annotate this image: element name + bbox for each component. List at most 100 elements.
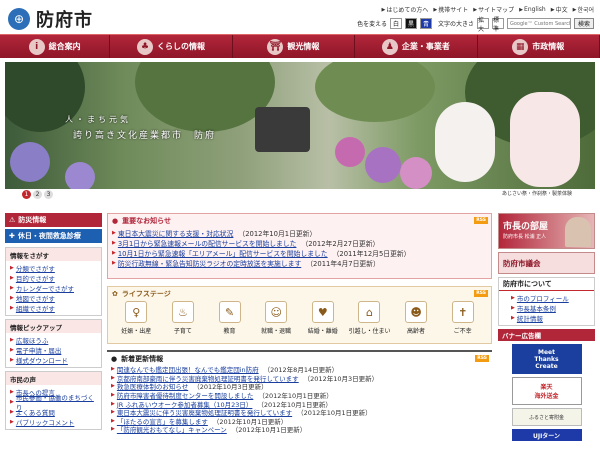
nav-general-info[interactable]: i 総合案内 <box>0 35 111 58</box>
list-item[interactable]: ▶ 市長基本条例 <box>511 303 590 313</box>
hydrangea-left <box>65 162 95 189</box>
arrow-icon: ▶ <box>10 357 14 363</box>
arrow-icon: ▶ <box>511 305 515 311</box>
link-sitemap[interactable]: ▶ サイトマップ <box>473 5 514 15</box>
new-updates-section: ● 新着更新情報 RSS ▶ 関連なんでも鑑定団出張！なんでも鑑定団in防府 （20… <box>107 350 492 434</box>
list-item[interactable]: ▶ 市のプロフィール <box>511 293 590 303</box>
list-item[interactable]: ▶ パブリックコメント <box>10 417 97 427</box>
notice-item[interactable]: ▶ 10月1日から緊急速報「エリアメール」配信サービスを開始しました （2011年1… <box>112 248 487 258</box>
color-white-button[interactable]: 白 <box>389 18 402 29</box>
global-nav: i 総合案内 ♣ くらしの情報 ⛩ 観光情報 ♟ 企業・事業者 ▦ 市政情報 <box>0 34 600 58</box>
link-chinese[interactable]: ▶ 中文 <box>551 5 568 15</box>
banner-uji-turn[interactable]: UJIターン <box>511 429 582 441</box>
life-marriage[interactable]: ♥ 結婚・離婚 <box>303 301 343 335</box>
cityhall-icon: ▦ <box>512 38 529 55</box>
nav-tourism[interactable]: ⛩ 観光情報 <box>233 35 356 58</box>
important-title: 重要なお知らせ <box>122 216 171 225</box>
holiday-emergency-button[interactable]: ✚ 休日・夜間救急診療 <box>5 229 102 243</box>
rss-icon[interactable]: RSS <box>475 355 489 362</box>
arrow-icon: ▶ <box>111 392 115 399</box>
school-icon: ✎ <box>218 301 241 323</box>
list-item[interactable]: ▶ 目的でさがす <box>10 273 97 283</box>
list-item[interactable]: ▶ 統計情報 <box>511 313 590 323</box>
slide-dot-3[interactable]: 3 <box>44 190 53 199</box>
nav-life-info[interactable]: ♣ くらしの情報 <box>110 35 233 58</box>
arrow-icon: ▶ <box>111 417 115 424</box>
text-standard-button[interactable]: 標準 <box>491 17 504 33</box>
list-item[interactable]: ▶ 広報ほうふ <box>10 335 97 345</box>
rss-icon[interactable]: RSS <box>474 290 488 297</box>
section-title: 情報をさがす <box>6 248 101 261</box>
list-item[interactable]: ▶ 市民参画・協働のまちづくり <box>10 394 97 412</box>
hydrangea-right <box>400 157 432 189</box>
life-stage-section: ✿ ライフステージ RSS ♀ 妊娠・出産 ♨ 子育て ✎ 教育 ☺ 就職・退職 ♥ 結婚… <box>107 286 492 344</box>
life-elderly[interactable]: ☻ 高齢者 <box>396 301 436 335</box>
life-housing[interactable]: ⌂ 引越し・住まい <box>348 301 390 335</box>
site-logo[interactable]: ⊕ 防府市 <box>8 6 93 32</box>
link-beginners[interactable]: ▶ はじめての方へ <box>381 5 429 15</box>
baby-bottle-icon: ♨ <box>171 301 194 323</box>
slide-dot-1[interactable]: 1 <box>22 190 31 199</box>
list-item[interactable]: ▶ 組織でさがす <box>10 303 97 313</box>
hero-slideshow[interactable]: 人・まち元気 誇り高き文化産業都市 防府 <box>5 62 595 189</box>
banner-rakuten[interactable]: 楽天 海外送金 <box>511 377 582 405</box>
mayor-photo <box>565 217 591 247</box>
tea-picker-figure <box>510 92 580 187</box>
link-english[interactable]: ▶ English <box>519 5 546 14</box>
life-employment[interactable]: ☺ 就職・退職 <box>256 301 296 335</box>
important-notices: ● 重要なお知らせ RSS ▶ 東日本大震災に関する支援・対応状況 （2012年10… <box>107 213 492 279</box>
rss-icon[interactable]: RSS <box>474 217 488 224</box>
color-blue-button[interactable]: 青 <box>419 18 432 29</box>
nav-city-admin[interactable]: ▦ 市政情報 <box>478 35 600 58</box>
arrow-icon: ▶ <box>10 337 14 343</box>
color-black-button[interactable]: 黒 <box>404 18 417 29</box>
list-item[interactable]: ▶ 様式ダウンロード <box>10 355 97 365</box>
hero-copy-line2: 誇り高き文化産業都市 防府 <box>73 131 217 141</box>
header-links: ▶ はじめての方へ ▶ 携帯サイト ▶ サイトマップ ▶ English ▶ 中文 ▶ 한국… <box>382 5 594 14</box>
arrow-icon: ▶ <box>511 295 515 301</box>
mayor-title: 市長の部屋 <box>503 222 549 232</box>
life-childcare[interactable]: ♨ 子育て <box>163 301 203 335</box>
disaster-info-button[interactable]: ⚠ 防災情報 <box>5 213 102 227</box>
important-header: ● 重要なお知らせ RSS <box>108 214 491 227</box>
arrow-icon: ▶ <box>111 426 115 433</box>
life-condolence[interactable]: ✝ ご不幸 <box>443 301 483 335</box>
hero-foliage <box>135 62 275 132</box>
banner-mtc[interactable]: Meet Thanks Create <box>511 344 582 374</box>
list-item[interactable]: ▶ 地図でさがす <box>10 293 97 303</box>
link-mobile[interactable]: ▶ 携帯サイト <box>433 5 468 15</box>
mayor-room-banner[interactable]: 市長の部屋 防府市長 松浦 正人 <box>498 213 595 249</box>
arrow-icon: ▶ <box>10 285 14 291</box>
list-item[interactable]: ▶ 分類でさがす <box>10 263 97 273</box>
notice-item[interactable]: ▶ 防災行政無線・緊急告知防災ラジオの定時放送を実施します （2011年4月7日更新… <box>112 258 487 268</box>
search-input[interactable] <box>506 18 571 29</box>
arrow-icon: ▶ <box>112 250 116 256</box>
notice-item[interactable]: ▶ 3月1日から緊急速報メールの配信サービスを開始しました （2012年2月27日更… <box>112 238 487 248</box>
city-council-banner[interactable]: 防府市議会 <box>498 252 595 274</box>
arrow-icon: ▶ <box>381 6 386 13</box>
slide-dot-2[interactable]: 2 <box>33 190 42 199</box>
arrow-icon: ▶ <box>10 305 14 311</box>
mayor-subtitle: 防府市長 松浦 正人 <box>503 234 547 240</box>
link-korean[interactable]: ▶ 한국어 <box>573 5 594 15</box>
life-pregnancy[interactable]: ♀ 妊娠・出産 <box>116 301 156 335</box>
arrow-icon: ▶ <box>112 260 116 266</box>
nav-business[interactable]: ♟ 企業・事業者 <box>355 35 478 58</box>
arrow-icon: ▶ <box>10 295 14 301</box>
list-item[interactable]: ▶ 電子申請・届出 <box>10 345 97 355</box>
search-button[interactable]: 検索 <box>573 18 594 29</box>
arrow-icon: ▶ <box>511 315 515 321</box>
temple-gate <box>255 107 310 152</box>
news-item[interactable]: ▶ 「防府観光おもてなし」キャンペーン （2012年10月1日更新） <box>111 425 488 434</box>
notice-item[interactable]: ▶ 東日本大震災に関する支援・対応状況 （2012年10月1日更新） <box>112 228 487 238</box>
text-enlarge-button[interactable]: 拡大 <box>476 17 489 33</box>
color-label: 色を変える <box>357 21 387 28</box>
couple-icon: ♥ <box>311 301 334 323</box>
arrow-icon: ▶ <box>10 389 14 395</box>
arrow-icon: ▶ <box>10 419 14 425</box>
life-title: ライフステージ <box>121 289 171 298</box>
header: ⊕ 防府市 ▶ はじめての方へ ▶ 携帯サイト ▶ サイトマップ ▶ English ▶… <box>0 0 600 34</box>
life-education[interactable]: ✎ 教育 <box>210 301 250 335</box>
banner-furusato[interactable]: ふるさと寄附金 <box>511 408 582 426</box>
list-item[interactable]: ▶ カレンダーでさがす <box>10 283 97 293</box>
